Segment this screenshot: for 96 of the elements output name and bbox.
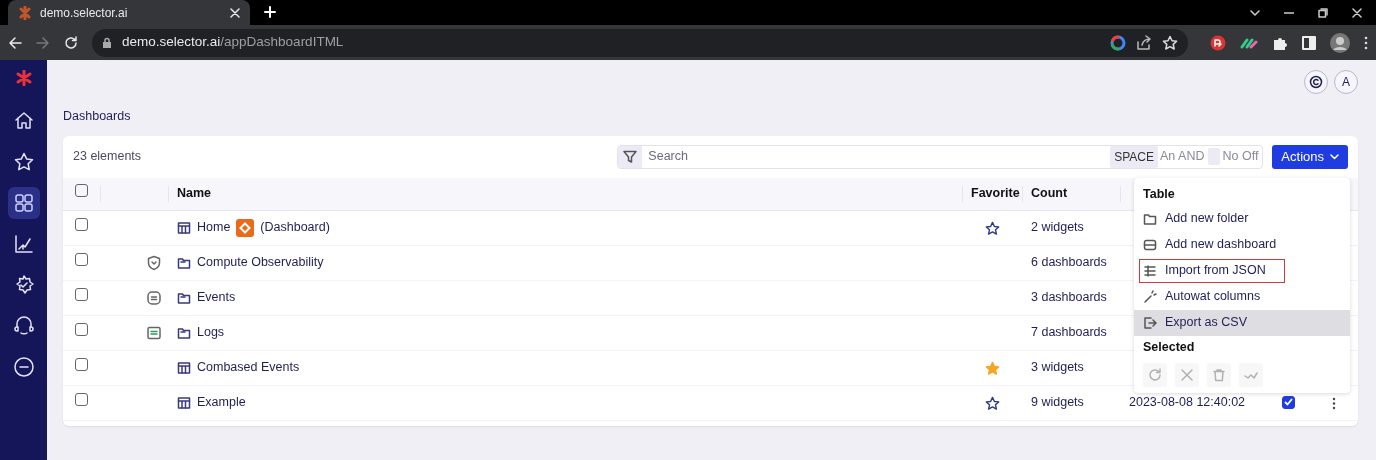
calendar-icon [146,290,162,307]
actions-button[interactable]: Actions [1272,144,1348,169]
wand-icon [1143,289,1157,304]
item-name[interactable]: Compute Observability [197,253,324,273]
kebab-menu-icon[interactable] [1332,396,1336,410]
key-hint: SPACE [1110,145,1158,168]
menu-item[interactable]: Add new folder [1134,205,1350,232]
menu-item[interactable]: Autowat columns [1134,283,1350,310]
element-count: 23 elements [73,148,143,166]
browser-tab[interactable]: demo.selector.ai [8,0,250,25]
close-icon[interactable] [1352,7,1362,18]
item-count: 3 dashboards [1030,289,1108,307]
dashboard-icon [177,360,191,375]
sidebar-item[interactable] [7,187,40,219]
item-name[interactable]: Logs [197,323,225,343]
restore-icon[interactable] [1318,7,1328,18]
menu-item[interactable]: Add new dashboard [1134,231,1350,258]
refresh-icon [1148,367,1162,382]
checkbox[interactable] [75,184,88,198]
more-icon[interactable] [1364,35,1368,50]
chevron-down-icon [1330,153,1339,160]
address-bar[interactable]: demo.selector.ai/appDashboardITML [92,28,1188,57]
site-logo-icon [18,5,32,20]
checkbox[interactable] [75,358,88,372]
url-text: demo.selector.ai/appDashboardITML [122,33,344,52]
filter-icon[interactable] [623,149,638,164]
item-type: (Dashboard) [260,219,330,237]
chart-icon [12,233,35,255]
forward-icon[interactable] [36,35,50,50]
export-icon [1143,315,1157,330]
star-icon[interactable] [984,220,1000,236]
menu-section-title: Selected [1142,338,1196,356]
item-count: 7 dashboards [1030,324,1108,342]
search-bar[interactable]: Search SPACE An AND No Off [617,144,1264,169]
hint-label: An AND [1159,148,1206,166]
folder-icon [177,325,191,340]
list-icon [1143,263,1157,278]
menu-item[interactable]: Import from JSON [1138,257,1286,284]
page-title: Dashboards [63,108,132,125]
star-icon [12,151,35,173]
checkbox[interactable] [75,393,88,407]
close-icon[interactable] [230,7,240,18]
profile-icon[interactable] [1330,32,1350,53]
trash-icon [1212,367,1226,382]
menu-item[interactable]: Export as CSV [1134,309,1350,336]
column-header: Name [168,185,962,202]
dashboard-icon [177,220,191,235]
date-text: 2023-08-08 12:40:02 [1128,394,1247,412]
star-icon[interactable] [984,360,1000,376]
headset-icon [12,315,35,337]
item-count: 9 widgets [1030,394,1085,412]
dashboard-icon [1143,237,1157,252]
minimize-icon[interactable] [1284,11,1294,14]
search-field[interactable]: Search [642,147,1111,167]
copyright-icon [1309,75,1323,89]
grid-icon [12,192,35,214]
lock-icon [102,36,112,49]
dashboard-icon [177,395,191,410]
home-icon [12,110,35,132]
tab-title: demo.selector.ai [40,4,129,22]
column-header: Favorite [962,185,1022,202]
checkbox[interactable] [75,323,88,337]
item-name[interactable]: Example [197,393,246,413]
google-icon[interactable] [1110,34,1126,51]
document-icon [146,325,162,342]
copyright-button[interactable] [1304,70,1328,94]
column-header: Count [1022,185,1120,202]
side-panel-icon[interactable] [1302,35,1316,50]
chevron-down-icon[interactable] [1250,9,1260,16]
checkbox[interactable] [1282,395,1295,409]
avatar-button[interactable]: A [1334,70,1358,94]
folder-icon [177,290,191,305]
folder-icon [177,255,191,270]
back-icon[interactable] [8,35,22,50]
folder-icon [1143,211,1157,226]
checkbox[interactable] [75,218,88,232]
hint-label: No Off [1221,148,1260,166]
close-icon [1180,367,1194,382]
checkbox[interactable] [75,253,88,267]
item-count: 2 widgets [1030,219,1085,237]
extension-icon[interactable] [1240,36,1258,49]
share-icon[interactable] [1136,34,1152,51]
item-name[interactable]: Combased Events [197,358,300,378]
item-count: 6 dashboards [1030,254,1108,272]
logo-icon [15,70,32,86]
shield-icon [146,255,162,272]
extension-icon[interactable] [1210,34,1226,51]
menu-section-title: Table [1142,185,1176,203]
item-name[interactable]: Home [197,218,231,238]
item-name[interactable]: Events [197,288,236,308]
reload-icon[interactable] [64,35,78,50]
star-icon[interactable] [984,395,1000,411]
new-tab-icon[interactable] [264,6,276,18]
exit-icon [12,356,35,378]
item-count: 3 widgets [1030,359,1085,377]
checkbox[interactable] [75,288,88,302]
